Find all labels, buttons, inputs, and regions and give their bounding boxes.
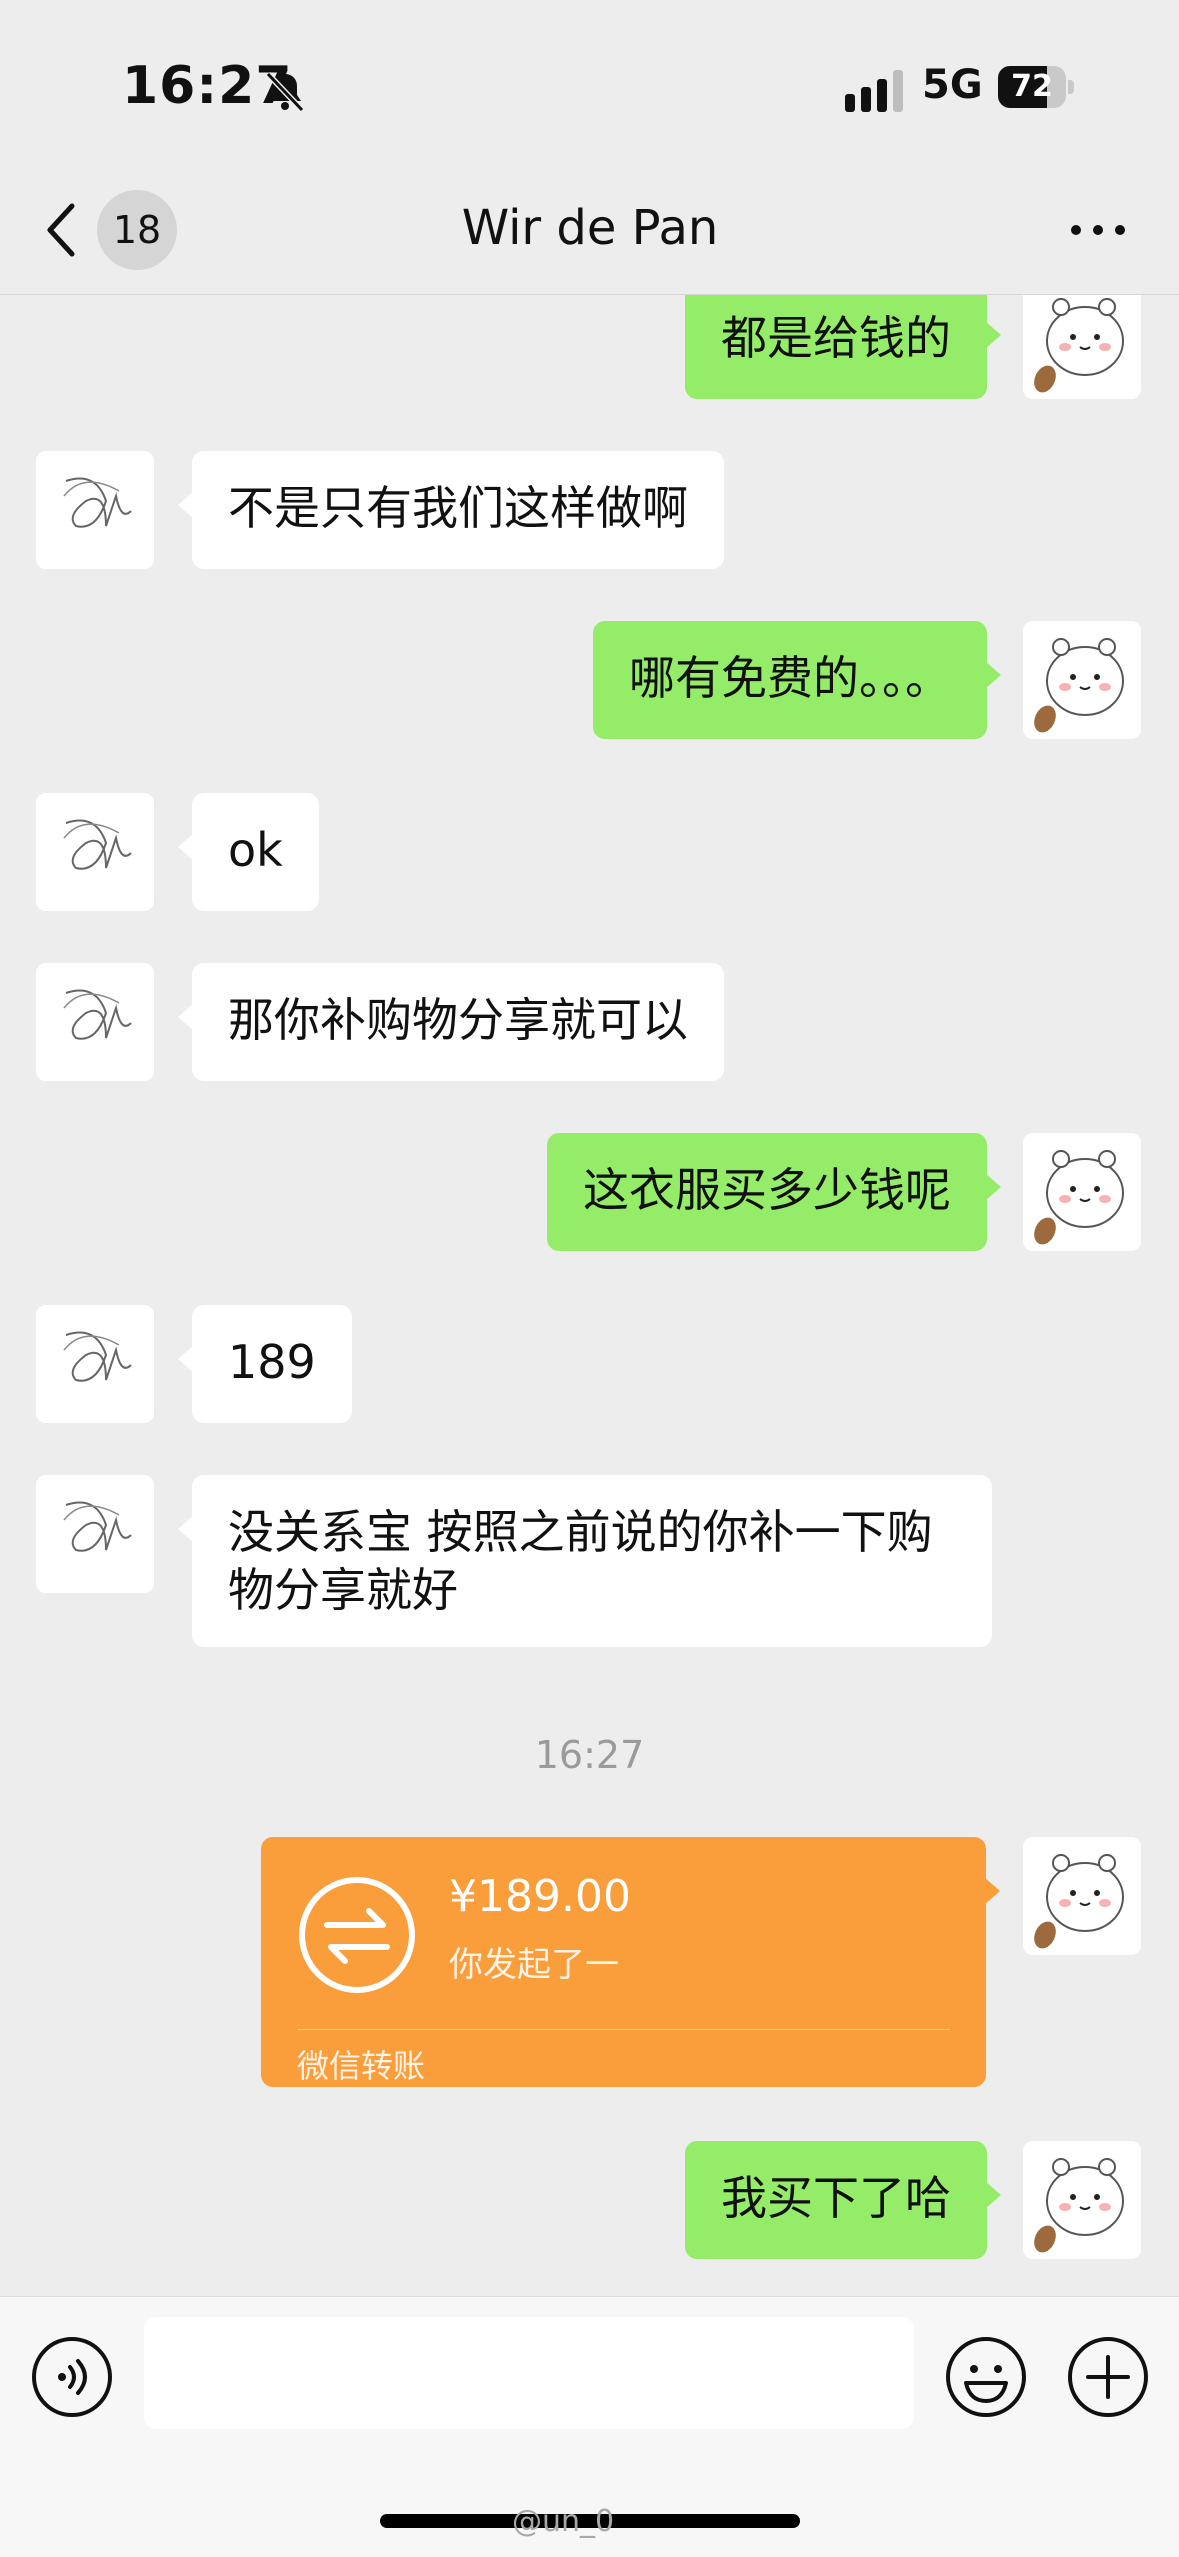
transfer-arrows-icon bbox=[299, 1877, 415, 1993]
contact-avatar[interactable] bbox=[36, 1305, 154, 1423]
signature-avatar-icon bbox=[36, 963, 154, 1081]
unread-count-badge[interactable]: 18 bbox=[97, 190, 177, 270]
chat-title: Wir de Pan bbox=[461, 200, 719, 256]
my-avatar[interactable] bbox=[1023, 1133, 1141, 1251]
transfer-label: 微信转账 bbox=[297, 2047, 426, 2085]
my-avatar[interactable] bbox=[1023, 621, 1141, 739]
contact-avatar[interactable] bbox=[36, 1475, 154, 1593]
contact-avatar[interactable] bbox=[36, 963, 154, 1081]
transfer-amount: ¥189.00 bbox=[449, 1871, 631, 1922]
message-input[interactable] bbox=[144, 2317, 914, 2429]
sent-message-bubble[interactable]: 我买下了哈 bbox=[685, 2141, 1001, 2259]
watermark: @un_0 bbox=[512, 2504, 615, 2539]
emoji-icon[interactable] bbox=[944, 2335, 1028, 2419]
more-options-icon[interactable] bbox=[1068, 220, 1128, 240]
transfer-card[interactable]: ¥189.00 你发起了一 微信转账 bbox=[261, 1837, 1000, 2087]
sent-message-bubble[interactable]: 这衣服买多少钱呢 bbox=[547, 1133, 1001, 1251]
my-avatar[interactable] bbox=[1023, 2141, 1141, 2259]
sent-message-bubble[interactable]: 哪有免费的。。。 bbox=[593, 621, 1001, 739]
network-type: 5G bbox=[922, 62, 983, 108]
back-chevron-icon[interactable] bbox=[42, 200, 82, 260]
bell-muted-icon bbox=[265, 71, 305, 113]
received-message-bubble[interactable]: 189 bbox=[178, 1305, 352, 1423]
contact-avatar[interactable] bbox=[36, 793, 154, 911]
received-message-bubble[interactable]: ok bbox=[178, 793, 319, 911]
signature-avatar-icon bbox=[36, 1305, 154, 1423]
signal-icon bbox=[845, 70, 903, 112]
message-timestamp: 16:27 bbox=[534, 1733, 645, 1777]
battery-level: 72 bbox=[1011, 69, 1053, 104]
contact-avatar[interactable] bbox=[36, 451, 154, 569]
signature-avatar-icon bbox=[36, 1475, 154, 1593]
message-list[interactable]: 都是给钱的 不是只有我们这样做啊 哪有免费的。。。 ok 那你补购物分享就可以 … bbox=[0, 295, 1179, 2293]
plus-icon[interactable] bbox=[1066, 2335, 1150, 2419]
cartoon-avatar-icon bbox=[1023, 1133, 1141, 1251]
received-message-bubble[interactable]: 那你补购物分享就可以 bbox=[178, 963, 724, 1081]
cartoon-avatar-icon bbox=[1023, 1837, 1141, 1955]
my-avatar[interactable] bbox=[1023, 295, 1141, 399]
divider bbox=[297, 2029, 950, 2030]
battery-icon: 72 bbox=[998, 66, 1074, 108]
cartoon-avatar-icon bbox=[1023, 2141, 1141, 2259]
received-message-bubble[interactable]: 没关系宝 按照之前说的你补一下购物分享就好 bbox=[178, 1475, 992, 1647]
signature-avatar-icon bbox=[36, 451, 154, 569]
signature-avatar-icon bbox=[36, 793, 154, 911]
my-avatar[interactable] bbox=[1023, 1837, 1141, 1955]
received-message-bubble[interactable]: 不是只有我们这样做啊 bbox=[178, 451, 724, 569]
cartoon-avatar-icon bbox=[1023, 295, 1141, 399]
status-bar: 16:27 5G 72 bbox=[0, 0, 1179, 170]
cartoon-avatar-icon bbox=[1023, 621, 1141, 739]
sent-message-bubble[interactable]: 都是给钱的 bbox=[685, 295, 1001, 399]
voice-input-icon[interactable] bbox=[30, 2335, 114, 2419]
transfer-status: 你发起了一 bbox=[449, 1945, 619, 1985]
chat-header: 18 Wir de Pan bbox=[0, 170, 1179, 295]
